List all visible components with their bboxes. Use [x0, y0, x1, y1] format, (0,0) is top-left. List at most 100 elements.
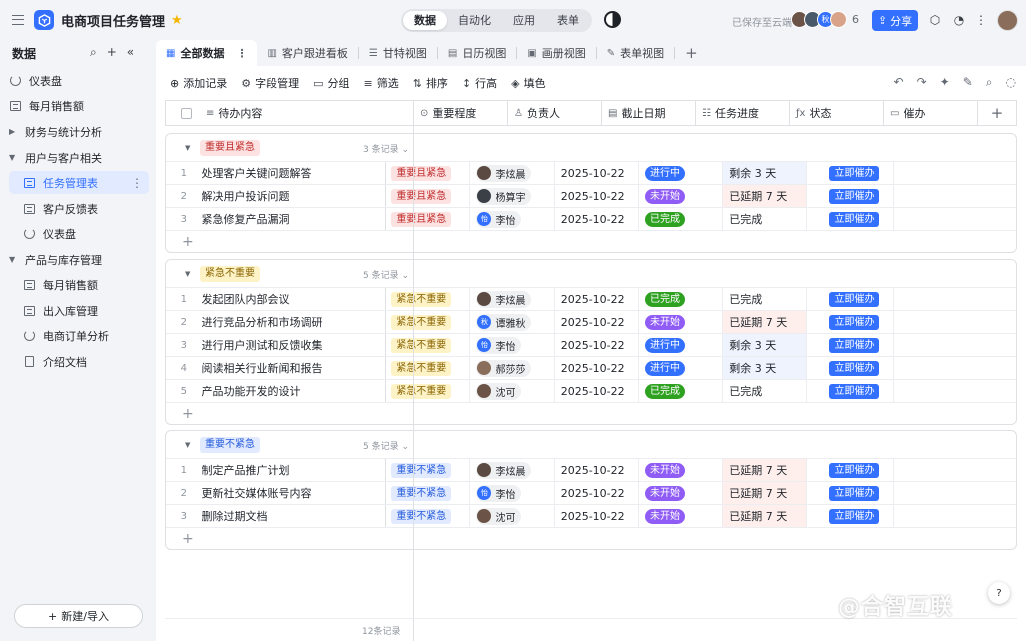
- tab-calendar[interactable]: ▤ 日历视图: [438, 40, 516, 66]
- owner-cell[interactable]: 李炫晨: [470, 459, 555, 481]
- caret-down-icon[interactable]: ▼: [185, 270, 190, 278]
- due-date-cell[interactable]: 2025-10-22: [555, 288, 639, 310]
- table-row[interactable]: 2 进行竞品分析和市场调研 紧急不重要 秋谭雅秋 2025-10-22 未开始 已延期 7 …: [166, 310, 1016, 333]
- due-date-cell[interactable]: 2025-10-22: [555, 334, 639, 356]
- urge-button[interactable]: 立即催办: [829, 188, 880, 204]
- sidebar-folder-products[interactable]: ▼ 产品与库存管理: [9, 248, 149, 271]
- urge-button[interactable]: 立即催办: [829, 211, 880, 227]
- owner-cell[interactable]: 郝莎莎: [470, 357, 555, 379]
- urge-button[interactable]: 立即催办: [829, 508, 880, 524]
- progress-cell[interactable]: 已完成: [639, 288, 724, 310]
- group-header[interactable]: ▼ 重要不紧急 5 条记录 ⌄: [166, 431, 1016, 458]
- progress-cell[interactable]: 未开始: [639, 311, 724, 333]
- table-row[interactable]: 2 解决用户投诉问题 重要且紧急 杨算宇 2025-10-22 未开始 已延期 7 天 立即催…: [166, 184, 1016, 207]
- table-row[interactable]: 3 进行用户测试和反馈收集 紧急不重要 怡李怡 2025-10-22 进行中 剩余 3 天 立…: [166, 333, 1016, 356]
- column-header-progress[interactable]: ☷ 任务进度: [696, 101, 790, 125]
- progress-cell[interactable]: 未开始: [639, 459, 724, 481]
- comment-icon[interactable]: ◌: [1006, 75, 1016, 90]
- priority-cell[interactable]: 紧急不重要: [386, 357, 471, 379]
- tab-gallery[interactable]: ▣ 画册视图: [517, 40, 595, 66]
- tab-kanban[interactable]: ▥ 客户跟进看板: [257, 40, 357, 66]
- due-date-cell[interactable]: 2025-10-22: [555, 380, 639, 402]
- tab-more-icon[interactable]: ⋮: [236, 47, 247, 60]
- urge-button[interactable]: 立即催办: [829, 383, 880, 399]
- priority-cell[interactable]: 重要不紧急: [386, 482, 471, 504]
- add-icon[interactable]: +: [107, 45, 117, 60]
- progress-cell[interactable]: 未开始: [639, 482, 724, 504]
- undo-icon[interactable]: ↶: [894, 75, 904, 90]
- sort-button[interactable]: ⇅ 排序: [413, 75, 448, 91]
- share-button[interactable]: ⇪ 分享: [872, 10, 918, 31]
- task-title-cell[interactable]: 删除过期文档: [202, 505, 387, 527]
- mode-tab-form[interactable]: 表单: [546, 11, 590, 30]
- due-date-cell[interactable]: 2025-10-22: [555, 208, 639, 230]
- due-date-cell[interactable]: 2025-10-22: [555, 311, 639, 333]
- caret-down-icon[interactable]: ▼: [185, 144, 190, 152]
- row-height-button[interactable]: ↕ 行高: [462, 75, 497, 91]
- owner-cell[interactable]: 怡李怡: [470, 334, 555, 356]
- task-title-cell[interactable]: 解决用户投诉问题: [202, 185, 387, 207]
- menu-icon[interactable]: [12, 15, 24, 25]
- table-row[interactable]: 3 紧急修复产品漏洞 重要且紧急 怡李怡 2025-10-22 已完成 已完成 立即催办: [166, 207, 1016, 230]
- owner-cell[interactable]: 秋谭雅秋: [470, 311, 555, 333]
- priority-cell[interactable]: 重要不紧急: [386, 505, 471, 527]
- owner-cell[interactable]: 李炫晨: [470, 288, 555, 310]
- due-date-cell[interactable]: 2025-10-22: [555, 482, 639, 504]
- mode-tab-data[interactable]: 数据: [403, 11, 447, 30]
- help-button[interactable]: ?: [988, 582, 1010, 604]
- user-avatar[interactable]: [997, 10, 1018, 31]
- table-row[interactable]: 1 制定产品推广计划 重要不紧急 李炫晨 2025-10-22 未开始 已延期 7 天 立即催…: [166, 458, 1016, 481]
- select-all-checkbox[interactable]: [166, 101, 206, 125]
- task-title-cell[interactable]: 产品功能开发的设计: [202, 380, 387, 402]
- sidebar-folder-finance[interactable]: ▶ 财务与统计分析: [9, 120, 149, 143]
- mode-tab-automation[interactable]: 自动化: [447, 11, 502, 30]
- column-header-owner[interactable]: ♙ 负责人: [508, 101, 602, 125]
- redo-icon[interactable]: ↷: [917, 75, 927, 90]
- search-icon[interactable]: ⌕: [90, 45, 97, 60]
- collapse-sidebar-icon[interactable]: «: [127, 45, 134, 60]
- column-header-title[interactable]: ≡ 待办内容: [206, 101, 414, 125]
- progress-cell[interactable]: 进行中: [639, 162, 724, 184]
- due-date-cell[interactable]: 2025-10-22: [555, 505, 639, 527]
- progress-cell[interactable]: 已完成: [639, 208, 724, 230]
- priority-cell[interactable]: 重要且紧急: [386, 162, 471, 184]
- sidebar-item-monthly-sales-2[interactable]: 每月销售额: [9, 273, 149, 296]
- task-title-cell[interactable]: 处理客户关键问题解答: [202, 162, 387, 184]
- table-row[interactable]: 1 发起团队内部会议 紧急不重要 李炫晨 2025-10-22 已完成 已完成 立即催办: [166, 287, 1016, 310]
- owner-cell[interactable]: 沈可: [470, 380, 555, 402]
- urge-button[interactable]: 立即催办: [829, 462, 880, 478]
- tab-all-data[interactable]: ▦ 全部数据 ⋮: [156, 40, 258, 66]
- edit-icon[interactable]: ✎: [963, 75, 973, 90]
- plugin-icon[interactable]: ⬡: [928, 13, 942, 27]
- add-row-button[interactable]: +: [166, 402, 1016, 424]
- priority-cell[interactable]: 紧急不重要: [386, 288, 471, 310]
- add-row-button[interactable]: +: [166, 527, 1016, 549]
- fill-color-button[interactable]: ◈ 填色: [511, 75, 545, 91]
- group-header[interactable]: ▼ 紧急不重要 5 条记录 ⌄: [166, 260, 1016, 287]
- tab-gantt[interactable]: ☰ 甘特视图: [359, 40, 437, 66]
- owner-cell[interactable]: 沈可: [470, 505, 555, 527]
- sidebar-item-inventory[interactable]: 出入库管理: [9, 299, 149, 322]
- add-view-icon[interactable]: +: [685, 44, 698, 62]
- sidebar-item-dashboard-2[interactable]: 仪表盘: [9, 222, 149, 245]
- progress-cell[interactable]: 未开始: [639, 505, 724, 527]
- task-title-cell[interactable]: 进行用户测试和反馈收集: [202, 334, 387, 356]
- field-manage-button[interactable]: ⚙ 字段管理: [241, 75, 299, 91]
- owner-cell[interactable]: 李炫晨: [470, 162, 555, 184]
- urge-button[interactable]: 立即催办: [829, 360, 880, 376]
- due-date-cell[interactable]: 2025-10-22: [555, 185, 639, 207]
- column-header-priority[interactable]: ⊙ 重要程度: [414, 101, 508, 125]
- ai-assistant-icon[interactable]: ✦: [940, 75, 950, 90]
- sidebar-item-intro-doc[interactable]: 介绍文档: [9, 350, 149, 373]
- table-row[interactable]: 2 更新社交媒体账号内容 重要不紧急 怡李怡 2025-10-22 未开始 已延期 7 天 立…: [166, 481, 1016, 504]
- column-header-urge[interactable]: ▭ 催办: [884, 101, 978, 125]
- priority-cell[interactable]: 紧急不重要: [386, 380, 471, 402]
- urge-button[interactable]: 立即催办: [829, 337, 880, 353]
- collaborator-avatars[interactable]: 秋 6: [791, 11, 859, 28]
- priority-cell[interactable]: 紧急不重要: [386, 334, 471, 356]
- due-date-cell[interactable]: 2025-10-22: [555, 162, 639, 184]
- more-options-icon[interactable]: ⋮: [131, 176, 143, 190]
- progress-cell[interactable]: 未开始: [639, 185, 724, 207]
- owner-cell[interactable]: 杨算宇: [470, 185, 555, 207]
- task-title-cell[interactable]: 发起团队内部会议: [202, 288, 387, 310]
